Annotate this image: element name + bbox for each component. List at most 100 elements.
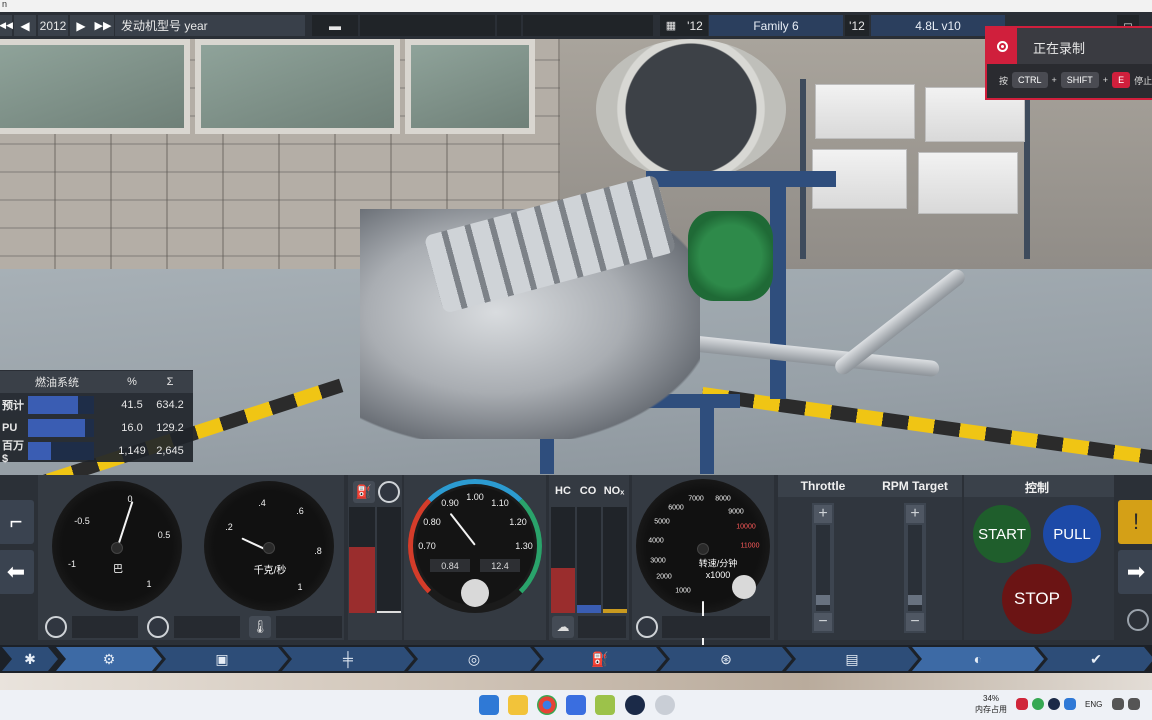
year-field[interactable]: 2012 [38,15,68,36]
tab-block[interactable]: ▣ [156,647,288,671]
control-label: 控制 [1024,481,1050,495]
tab-exhaust[interactable]: ▤ [786,647,918,671]
recording-title: 正在录制 [1033,41,1086,56]
cpu-percent: 34% [983,694,1000,703]
family-field[interactable]: Family 6 [709,15,843,36]
recording-hint: 按 CTRL + SHIFT + E 停止并 [999,72,1152,88]
fuel-table-row: 预计 41.5 634.2 [0,394,193,416]
g2-tick: .2 [225,522,233,532]
throttle-panel [778,475,962,640]
throttle-thumb[interactable] [816,595,830,605]
rpm-tick: 9000 [728,508,744,516]
tacho-icon[interactable] [636,616,658,638]
record-icon[interactable] [987,28,1017,64]
rpm-target-slider[interactable]: + − [904,503,926,633]
tab-intake[interactable]: ⊛ [660,647,792,671]
tab-turbo[interactable]: ◎ [408,647,540,671]
g1-unit: 巴 [113,564,123,576]
warning-button[interactable]: ! [1118,500,1152,544]
rpm-tick: 7000 [688,495,704,503]
tray-red-icon[interactable] [1016,698,1028,710]
mem-label: 内存占用 [975,705,1007,714]
emissions-icon[interactable]: ☁ [552,616,574,638]
app-icon[interactable] [595,695,615,715]
fuel-table-title: 燃油系统 [35,377,79,389]
afr-right-readout: 12.4 [480,559,520,572]
background-strip [0,673,1152,690]
start-menu-icon[interactable] [479,695,499,715]
afr-left-readout: 0.84 [430,559,470,572]
car-icon[interactable]: ▬ [312,15,358,36]
rpm-track[interactable] [908,525,922,611]
fuel-system-table: 燃油系统 % Σ 预计 41.5 634.2 PU 16.0 129.2 百万$ 1,149 2… [0,370,193,465]
gauge-icon[interactable] [147,616,169,638]
timer-icon[interactable] [378,481,400,503]
rewind-icon[interactable]: ◀◀ [0,15,13,36]
g3-tick: 0.90 [441,498,459,508]
engine-model-label: 发动机型号 year [115,15,305,36]
g2-tick: 1 [297,582,303,592]
variant-year: '12 [845,15,869,36]
fuel-table-header: 燃油系统 % Σ [0,371,193,393]
tab-overview[interactable]: ✱ [2,647,58,671]
empty-field-3[interactable] [523,15,653,36]
tab-engine-layout[interactable]: ⚙ [56,647,162,671]
window-middle [195,39,400,134]
volume-icon[interactable] [1128,698,1140,710]
tray-green-icon[interactable] [1032,698,1044,710]
plus-sign-1: + [1051,75,1057,85]
file-explorer-icon[interactable] [508,695,528,715]
language-indicator[interactable]: ENG [1085,700,1102,709]
tab-crank[interactable]: ╪ [282,647,414,671]
tab-finish[interactable]: ✔ [1038,647,1152,671]
rpm-plus-button[interactable]: + [906,505,924,523]
ai-app-icon[interactable] [566,695,586,715]
calendar-icon[interactable]: ▦ [660,15,682,36]
prev-arrow-button[interactable]: ⬅ [0,550,34,594]
fuel-pump-icon[interactable]: ⛽ [353,481,375,503]
rpm-unit-line1: 转速/分钟 [698,558,738,569]
tray-steam-icon[interactable] [1048,698,1060,710]
family-year: '12 [682,15,708,36]
next-year-button[interactable]: ▶ [70,15,92,36]
network-icon[interactable] [1112,698,1124,710]
prev-year-button[interactable]: ◀ [14,15,36,36]
steam-icon[interactable] [625,695,645,715]
rpm-thumb[interactable] [908,595,922,605]
g1-tick: 0.5 [157,530,171,540]
window-right [405,39,535,134]
nox-label: NOₓ [603,485,625,497]
throttle-minus-button[interactable]: − [814,613,832,631]
plus-sign-2: + [1102,75,1109,85]
crate-1 [815,84,915,139]
chrome-icon[interactable] [537,695,557,715]
rpm-tick: 1000 [675,587,691,595]
game-icon[interactable] [655,695,675,715]
airflow-gauge: .4 .6 .2 .8 1 千克/秒 [204,481,334,611]
rpm-minus-button[interactable]: − [906,613,924,631]
help-icon[interactable] [1127,609,1149,631]
empty-field-1[interactable] [360,15,495,36]
fuel-level-fill [349,547,375,613]
throttle-track[interactable] [816,525,830,611]
speedometer-icon[interactable] [45,616,67,638]
start-button[interactable]: START [973,505,1031,563]
tray-blue-icon[interactable] [1064,698,1076,710]
fuel-table-row: PU 16.0 129.2 [0,417,193,439]
stop-button[interactable]: STOP [1002,564,1072,634]
tab-fuel[interactable]: ⛽ [534,647,666,671]
graph-icon[interactable]: ⌐ [0,500,34,544]
throttle-slider[interactable]: + − [812,503,834,633]
throttle-plus-button[interactable]: + [814,505,832,523]
g3-tick: 1.30 [515,541,533,551]
next-arrow-button[interactable]: ➡ [1118,550,1152,594]
tab-dyno[interactable]: ◐ [912,647,1044,671]
window-title-strip: n [0,0,1152,12]
fast-forward-icon[interactable]: ▶▶ [92,15,114,36]
dashboard: ⌐ ⬅ ! ➡ -0.5 0 0.5 -1 1 巴 .4 .6 .2 .8 1 … [0,475,1152,653]
empty-field-2[interactable] [497,15,521,36]
g2-tick: .8 [314,546,322,556]
os-taskbar: 34% 内存占用 ENG [0,690,1152,720]
pull-button[interactable]: PULL [1043,505,1101,563]
thermometer-icon[interactable]: 🌡 [249,616,271,638]
